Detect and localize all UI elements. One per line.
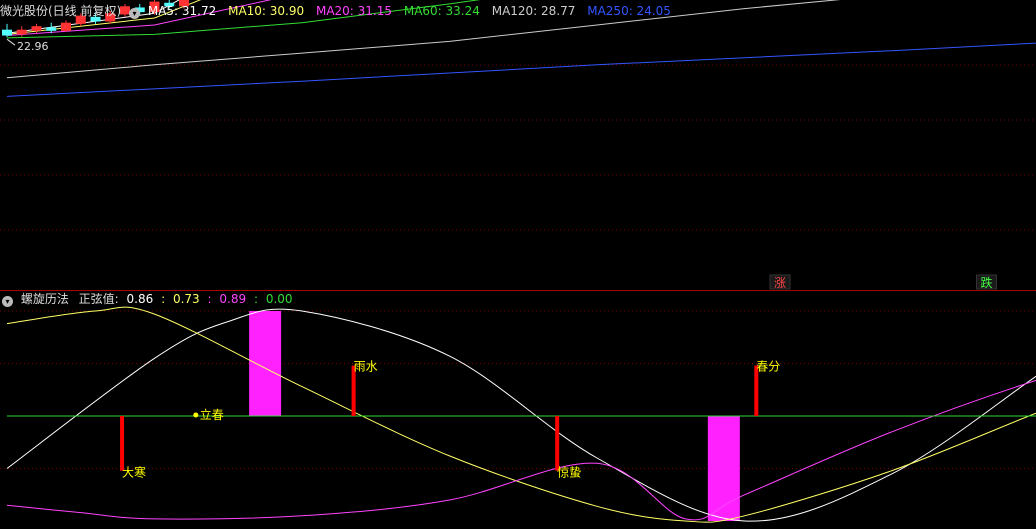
value-yellow: 0.73 [172, 292, 200, 306]
indicator-line-2 [6, 379, 1036, 521]
term-bar [555, 416, 560, 471]
value-sep-3: : [253, 292, 258, 306]
low-marker-arrow [6, 38, 16, 46]
indicator-bar [249, 311, 282, 416]
indicator-legend: ▾ 螺旋历法 正弦值: 0.86 : 0.73 : 0.89 : 0.00 [0, 290, 301, 308]
candle-body [61, 22, 71, 31]
chevron-down-icon[interactable]: ▾ [2, 296, 13, 307]
chevron-down-icon[interactable]: ▾ [129, 8, 141, 19]
signal-label: 涨 [774, 275, 786, 290]
candle-body [31, 26, 42, 31]
ma10-label: MA10: 30.90 [228, 4, 305, 18]
term-bar [120, 416, 125, 471]
indicator-title: 螺旋历法 [20, 292, 69, 306]
term-label: 大寒 [122, 465, 146, 480]
ma250-label: MA250: 24.05 [587, 4, 671, 18]
ma120-label: MA120: 28.77 [491, 4, 576, 18]
stock-title: 微光股份(日线 前复权) [0, 4, 122, 18]
term-label: 雨水 [354, 360, 378, 374]
indicator-lines [6, 306, 1036, 523]
ma5-label: MA5: 31.72 [147, 4, 217, 18]
indicator-value-label: 正弦值: [78, 292, 119, 306]
term-label: 惊蛰 [557, 465, 581, 480]
ma60-label: MA60: 33.24 [403, 4, 480, 18]
ma250-line [6, 42, 1036, 97]
value-sep-2: : [207, 292, 212, 306]
price-grid [0, 64, 1036, 291]
indicator-line-0 [6, 308, 1036, 522]
value-green: 0.00 [265, 292, 293, 306]
value-magenta: 0.89 [219, 292, 247, 306]
term-label: 春分 [756, 360, 780, 374]
candle-body [16, 29, 27, 35]
candle-body [46, 27, 57, 31]
indicator-line-1 [6, 306, 1036, 523]
signal-labels: 涨跌财 [769, 274, 997, 290]
value-white: 0.86 [126, 292, 154, 306]
term-dot [193, 412, 199, 418]
price-legend: 微光股份(日线 前复权) ▾ MA5: 31.72 MA10: 30.90 MA… [0, 2, 679, 20]
chart-stage: 43.7722.96 涨跌财 大寒立春雨水惊蛰春分谷雨 [0, 0, 1036, 523]
signal-label: 跌 [980, 275, 992, 290]
candle-body [2, 29, 12, 36]
term-label: 立春 [200, 407, 224, 422]
ma20-label: MA20: 31.15 [315, 4, 393, 18]
value-sep-1: : [161, 292, 166, 306]
indicator-grid [0, 310, 1036, 469]
low-marker-label: 22.96 [17, 40, 49, 53]
